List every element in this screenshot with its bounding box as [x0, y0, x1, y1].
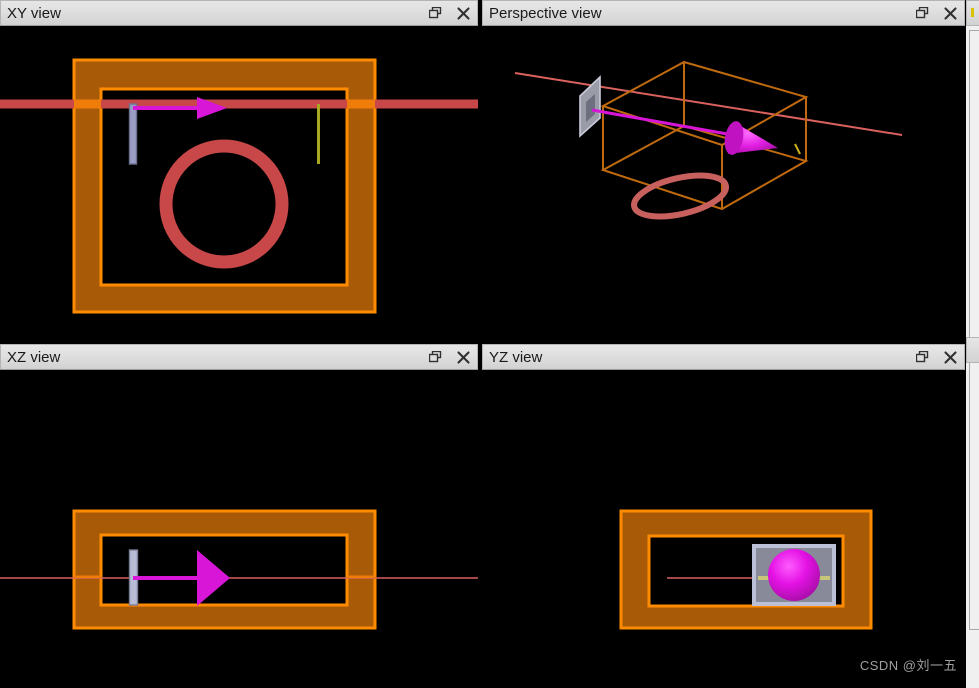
- panel-perspective-view[interactable]: Perspective view: [482, 0, 965, 333]
- canvas-perspective-view[interactable]: [482, 26, 965, 333]
- watermark-text: CSDN @刘一五: [859, 658, 957, 673]
- restore-icon[interactable]: [908, 345, 936, 369]
- close-icon[interactable]: [936, 1, 964, 25]
- ray-overlap-left: [74, 99, 101, 109]
- sliver-content: [969, 30, 979, 630]
- close-icon[interactable]: [449, 1, 477, 25]
- titlebar-xy-view[interactable]: XY view: [0, 0, 478, 26]
- viewport-workspace: XY view Perspective view XZ view YZ view…: [0, 0, 979, 688]
- ray-overlap-right: [347, 575, 375, 579]
- restore-icon[interactable]: [908, 1, 936, 25]
- ray-overlap-right: [347, 99, 375, 109]
- canvas-xz-view[interactable]: [0, 370, 478, 688]
- panel-yz-view[interactable]: YZ view: [482, 344, 965, 688]
- panel-title-xz-view: XZ view: [7, 349, 61, 365]
- sliver-titlebar-bottom[interactable]: [966, 337, 979, 363]
- adjacent-panel-sliver[interactable]: [966, 0, 979, 688]
- perspective-scene: [482, 26, 965, 333]
- panel-xy-view[interactable]: XY view: [0, 0, 478, 333]
- panel-title-yz-view: YZ view: [489, 349, 543, 365]
- panel-title-perspective-view: Perspective view: [489, 5, 602, 21]
- titlebar-yz-view[interactable]: YZ view: [482, 344, 965, 370]
- canvas-yz-view[interactable]: [482, 370, 965, 688]
- close-icon[interactable]: [936, 345, 964, 369]
- panel-xz-view[interactable]: XZ view: [0, 344, 478, 688]
- restore-icon[interactable]: [421, 345, 449, 369]
- close-icon[interactable]: [449, 345, 477, 369]
- sphere-yz: [768, 549, 820, 601]
- titlebar-xz-view[interactable]: XZ view: [0, 344, 478, 370]
- xy-scene: [0, 26, 478, 333]
- panel-title-xy-view: XY view: [7, 5, 61, 21]
- restore-icon[interactable]: [421, 1, 449, 25]
- ray-overlap-left: [74, 575, 101, 579]
- canvas-xy-view[interactable]: [0, 26, 478, 333]
- yz-scene: [482, 370, 965, 688]
- sliver-titlebar-top[interactable]: [966, 0, 979, 26]
- titlebar-perspective-view[interactable]: Perspective view: [482, 0, 965, 26]
- xz-scene: [0, 370, 478, 688]
- sliver-icon: [971, 8, 974, 17]
- source-plate-xy: [128, 103, 138, 165]
